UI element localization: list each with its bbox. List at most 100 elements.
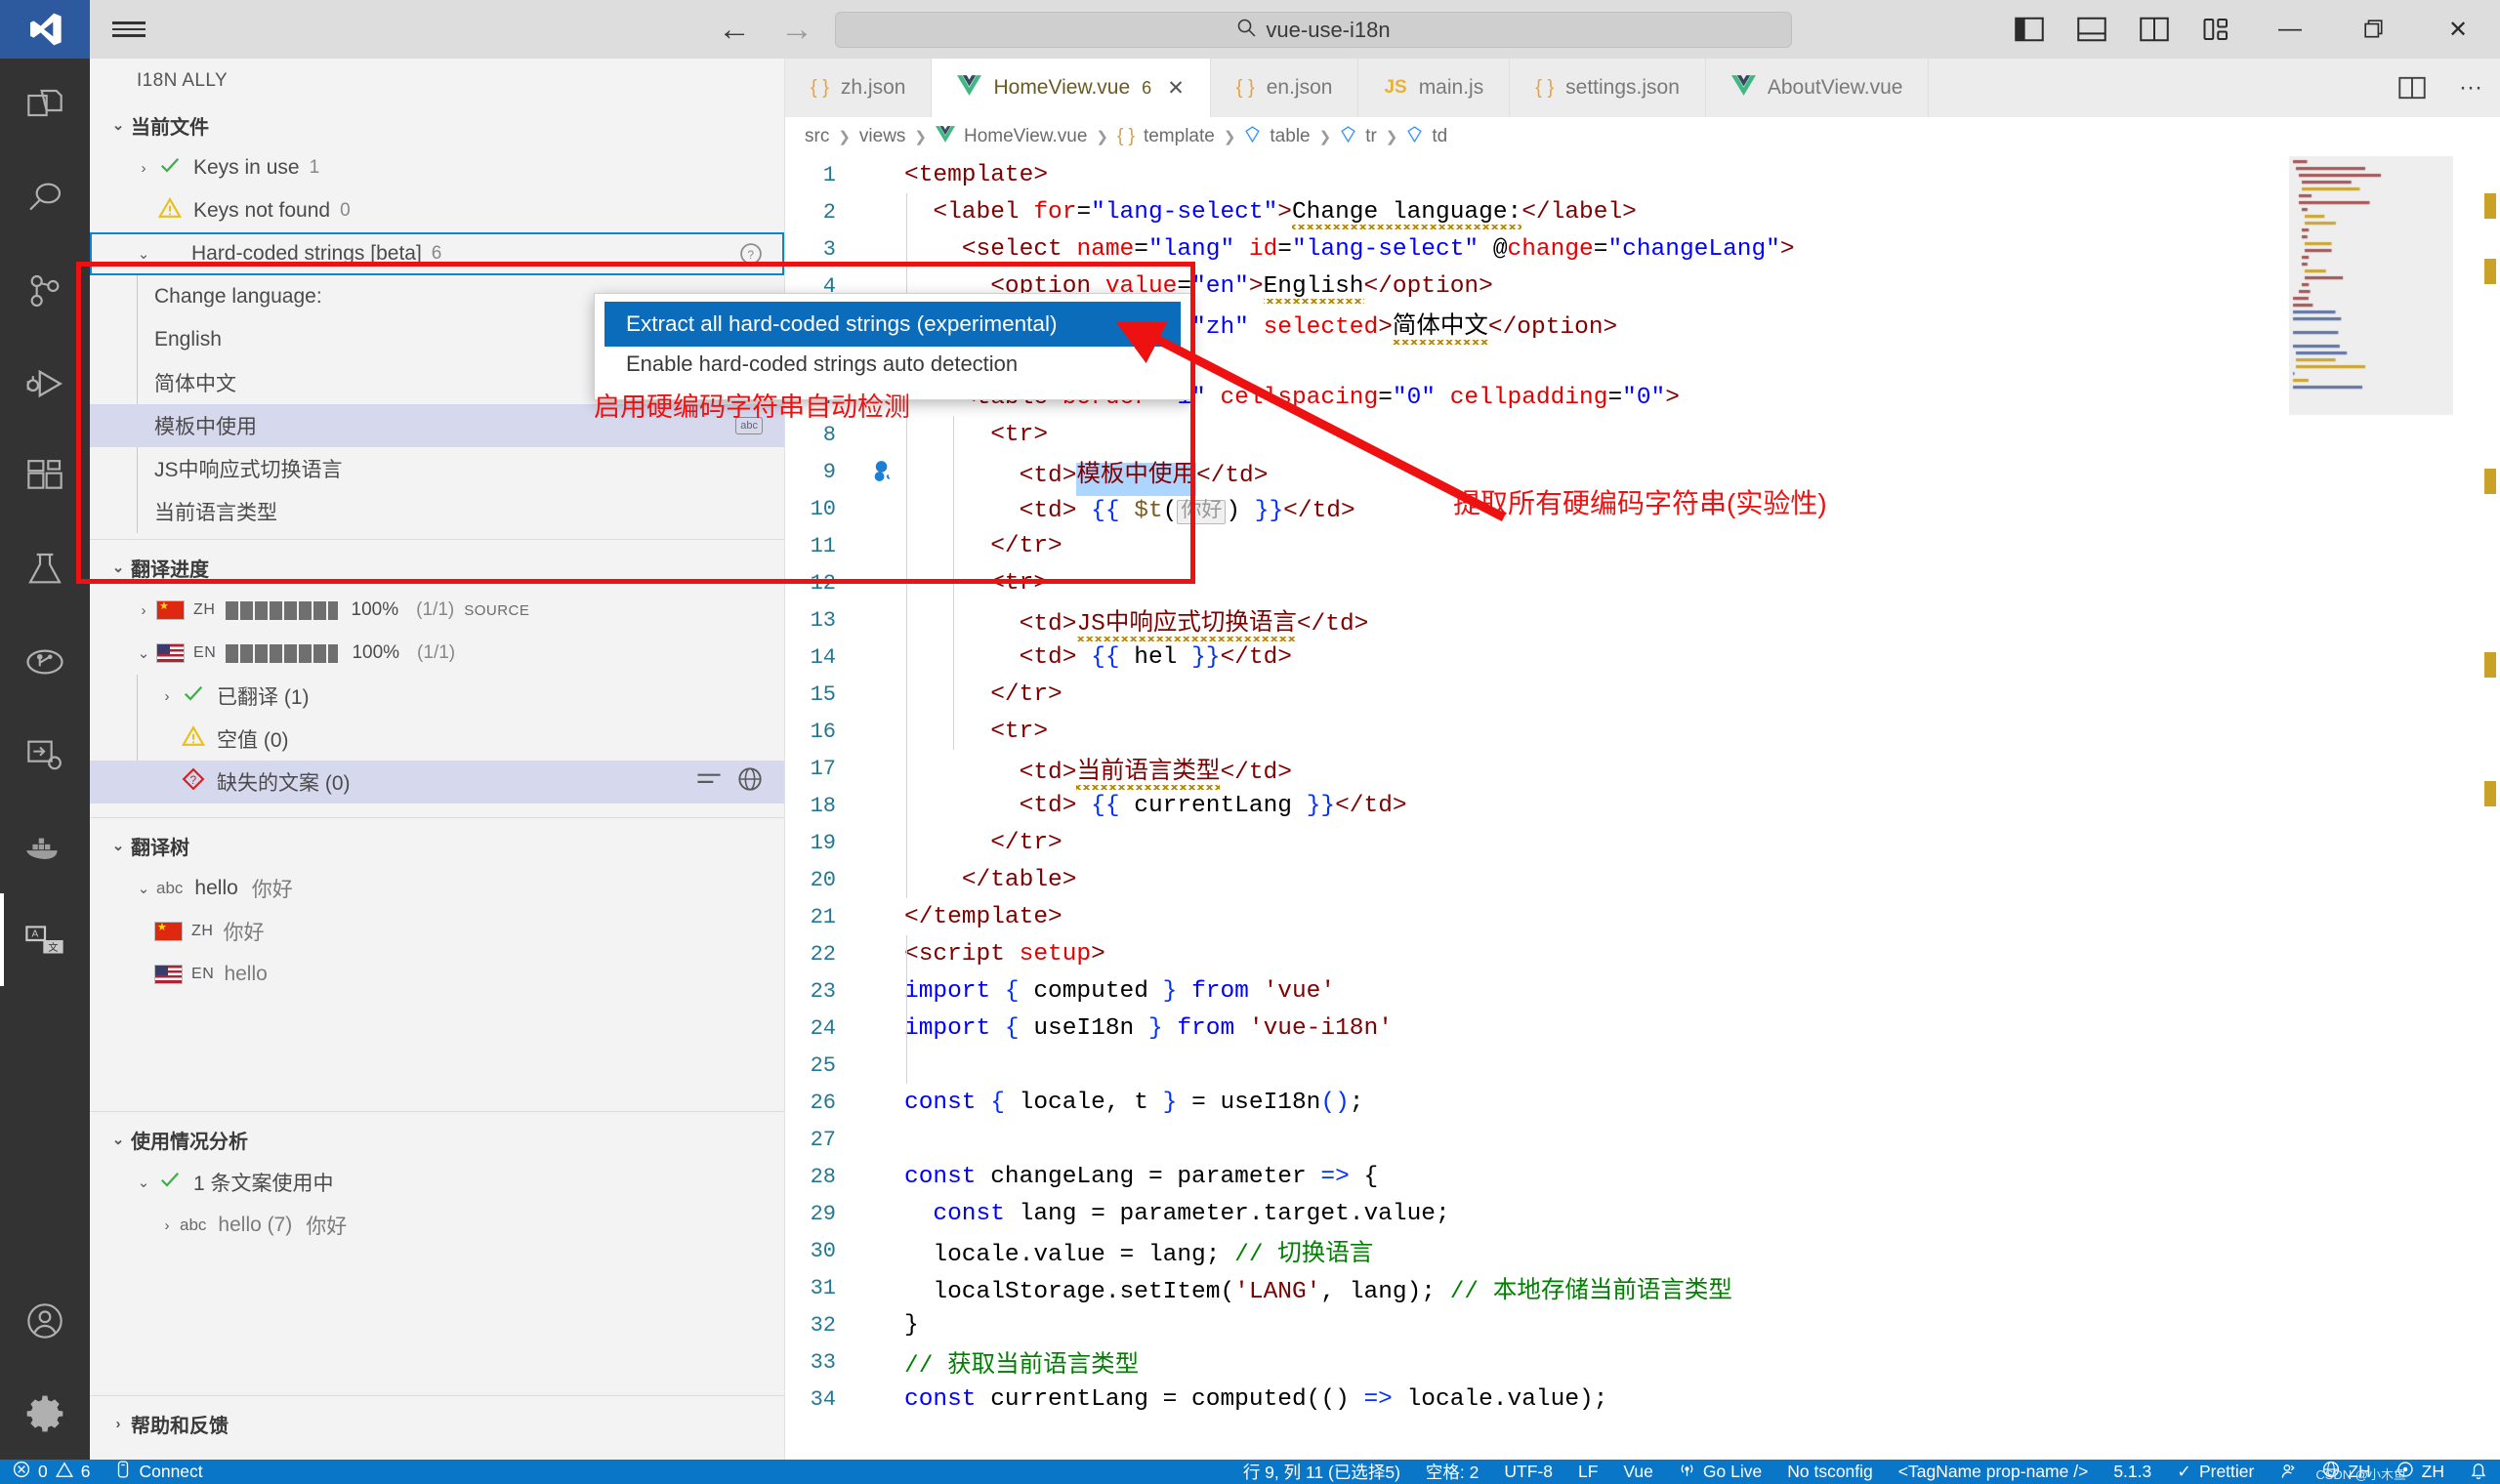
status-indentation[interactable]: 空格: 2 <box>1413 1460 1491 1484</box>
activity-i18n-ally-icon[interactable]: A文 <box>0 893 90 986</box>
command-center-search[interactable]: vue-use-i18n <box>835 12 1792 48</box>
breadcrumb-views[interactable]: views <box>859 126 906 147</box>
tab-en-json[interactable]: { } en.json <box>1210 59 1359 117</box>
more-actions-icon[interactable]: ··· <box>2441 59 2500 117</box>
sidebar-item-keys-in-use[interactable]: › Keys in use 1 <box>90 146 784 189</box>
chevron-down-icon[interactable]: ⌄ <box>105 116 131 134</box>
tab-zh-json[interactable]: { } zh.json <box>785 59 933 117</box>
window-minimize-button[interactable]: — <box>2248 0 2332 59</box>
globe-icon[interactable] <box>737 766 763 798</box>
activity-accounts-icon[interactable] <box>0 1274 90 1367</box>
status-eol[interactable]: LF <box>1565 1460 1610 1484</box>
tab-settings-json[interactable]: { } settings.json <box>1510 59 1706 117</box>
section-translation-tree[interactable]: ⌄ 翻译树 <box>90 824 784 867</box>
hardcoded-item-js-reactive-switch[interactable]: JS中响应式切换语言 <box>90 447 784 490</box>
breadcrumb-template[interactable]: template <box>1144 126 1215 147</box>
activity-explorer-icon[interactable] <box>0 59 90 151</box>
breadcrumb-td[interactable]: td <box>1432 126 1447 147</box>
menu-hamburger-button[interactable] <box>90 0 168 59</box>
breadcrumb-table[interactable]: table <box>1270 126 1310 147</box>
chevron-right-icon[interactable]: › <box>154 688 180 705</box>
editor-scrollbar[interactable] <box>2479 156 2500 1460</box>
activity-extensions-icon[interactable] <box>0 430 90 522</box>
tree-item-hello[interactable]: ⌄ abc hello 你好 <box>90 867 784 910</box>
check-icon <box>182 681 205 711</box>
activity-manage-settings-icon[interactable] <box>0 1367 90 1460</box>
menu-item-enable-auto-detection[interactable]: Enable hard-coded strings auto detection <box>604 347 1181 382</box>
tab-close-icon[interactable]: ✕ <box>1167 76 1185 101</box>
locale-child-missing[interactable]: ? 缺失的文案 (0) <box>90 761 784 804</box>
window-close-button[interactable]: ✕ <box>2416 0 2500 59</box>
status-encoding[interactable]: UTF-8 <box>1491 1460 1565 1484</box>
section-help-and-feedback[interactable]: › 帮助和反馈 <box>90 1402 784 1445</box>
usage-item-hello[interactable]: › abc hello (7) 你好 <box>90 1204 784 1247</box>
activity-search-icon[interactable] <box>0 151 90 244</box>
breadcrumb-tr[interactable]: tr <box>1365 126 1377 147</box>
toggle-secondary-sidebar-icon[interactable] <box>2123 0 2186 59</box>
breadcrumb-src[interactable]: src <box>805 126 829 147</box>
menu-item-extract-all-hardcoded-strings[interactable]: Extract all hard-coded strings (experime… <box>604 302 1181 347</box>
line-number: 13 <box>810 607 836 633</box>
go-forward-button[interactable]: → <box>780 13 813 46</box>
minimap-canvas[interactable] <box>2289 156 2475 664</box>
usage-label: 1 条文案使用中 <box>193 1173 334 1195</box>
chevron-down-icon[interactable]: ⌄ <box>131 880 156 897</box>
status-version[interactable]: 5.1.3 <box>2101 1460 2164 1484</box>
status-problems[interactable]: 0 6 <box>0 1460 103 1484</box>
status-remote-connect[interactable]: Connect <box>103 1460 215 1484</box>
section-current-file[interactable]: ⌄ 当前文件 <box>90 103 784 146</box>
activity-run-debug-icon[interactable] <box>0 337 90 430</box>
tab-main-js[interactable]: JS main.js <box>1358 59 1511 117</box>
chevron-down-icon[interactable]: ⌄ <box>105 837 131 854</box>
sidebar-item-keys-not-found[interactable]: Keys not found 0 <box>90 189 784 232</box>
split-editor-icon[interactable] <box>2383 59 2441 117</box>
chevron-right-icon[interactable]: › <box>131 602 156 619</box>
chevron-down-icon[interactable]: ⌄ <box>131 644 156 662</box>
chevron-down-icon[interactable]: ⌄ <box>105 558 131 576</box>
warning-icon <box>55 1461 73 1483</box>
tab-aboutview-vue[interactable]: AboutView.vue <box>1705 59 1930 117</box>
tab-homeview-vue[interactable]: HomeView.vue 6 ✕ <box>932 59 1211 117</box>
status-notifications-icon[interactable] <box>2457 1460 2500 1484</box>
sidebar-item-hard-coded-strings[interactable]: ⌄ Hard-coded strings [beta] 6 ? <box>90 232 784 275</box>
list-icon[interactable] <box>696 768 722 796</box>
toggle-panel-icon[interactable] <box>2061 0 2123 59</box>
usage-item-in-use[interactable]: ⌄ 1 条文案使用中 <box>90 1161 784 1204</box>
go-back-button[interactable]: ← <box>718 13 751 46</box>
chevron-right-icon[interactable]: › <box>131 160 156 177</box>
status-live-share-icon[interactable] <box>2267 1460 2310 1484</box>
tree-item-en[interactable]: EN hello <box>90 953 784 996</box>
status-cursor-position[interactable]: 行 9, 列 11 (已选择5) <box>1230 1460 1413 1484</box>
section-usage-analysis[interactable]: ⌄ 使用情况分析 <box>90 1118 784 1161</box>
customize-layout-icon[interactable] <box>2186 0 2248 59</box>
context-menu[interactable]: Extract all hard-coded strings (experime… <box>594 293 1191 400</box>
status-prettier[interactable]: ✓ Prettier <box>2164 1460 2267 1484</box>
chevron-right-icon[interactable]: › <box>105 1416 131 1432</box>
activity-source-control-icon[interactable] <box>0 244 90 337</box>
chevron-down-icon[interactable]: ⌄ <box>131 1174 156 1191</box>
minimap[interactable] <box>2289 156 2475 664</box>
status-tagname[interactable]: <TagName prop-name /> <box>1886 1460 2102 1484</box>
activity-testing-icon[interactable] <box>0 522 90 615</box>
status-language-mode[interactable]: Vue <box>1610 1460 1666 1484</box>
activity-remote-explorer-icon[interactable] <box>0 708 90 801</box>
question-icon[interactable]: ? <box>739 242 763 266</box>
locale-row-zh[interactable]: › ZH 100% (1/1) SOURCE <box>90 589 784 632</box>
hardcoded-item-current-language-type[interactable]: 当前语言类型 <box>90 490 784 533</box>
chevron-right-icon[interactable]: › <box>154 1217 180 1234</box>
activity-docker-icon[interactable] <box>0 801 90 893</box>
breadcrumb-file[interactable]: HomeView.vue <box>964 126 1087 147</box>
i18n-lens-icon[interactable] <box>861 459 904 484</box>
locale-row-en[interactable]: ⌄ EN 100% (1/1) <box>90 632 784 675</box>
section-translation-progress[interactable]: ⌄ 翻译进度 <box>90 546 784 589</box>
status-tsconfig[interactable]: No tsconfig <box>1774 1460 1886 1484</box>
activity-git-graph-icon[interactable] <box>0 615 90 708</box>
chevron-down-icon[interactable]: ⌄ <box>131 245 156 263</box>
window-maximize-button[interactable] <box>2332 0 2416 59</box>
toggle-primary-sidebar-icon[interactable] <box>1998 0 2061 59</box>
tree-item-zh[interactable]: ZH 你好 <box>90 910 784 953</box>
locale-child-translated[interactable]: › 已翻译 (1) <box>90 675 784 718</box>
status-go-live[interactable]: Go Live <box>1666 1460 1774 1484</box>
locale-child-empty[interactable]: 空值 (0) <box>90 718 784 761</box>
chevron-down-icon[interactable]: ⌄ <box>105 1131 131 1148</box>
